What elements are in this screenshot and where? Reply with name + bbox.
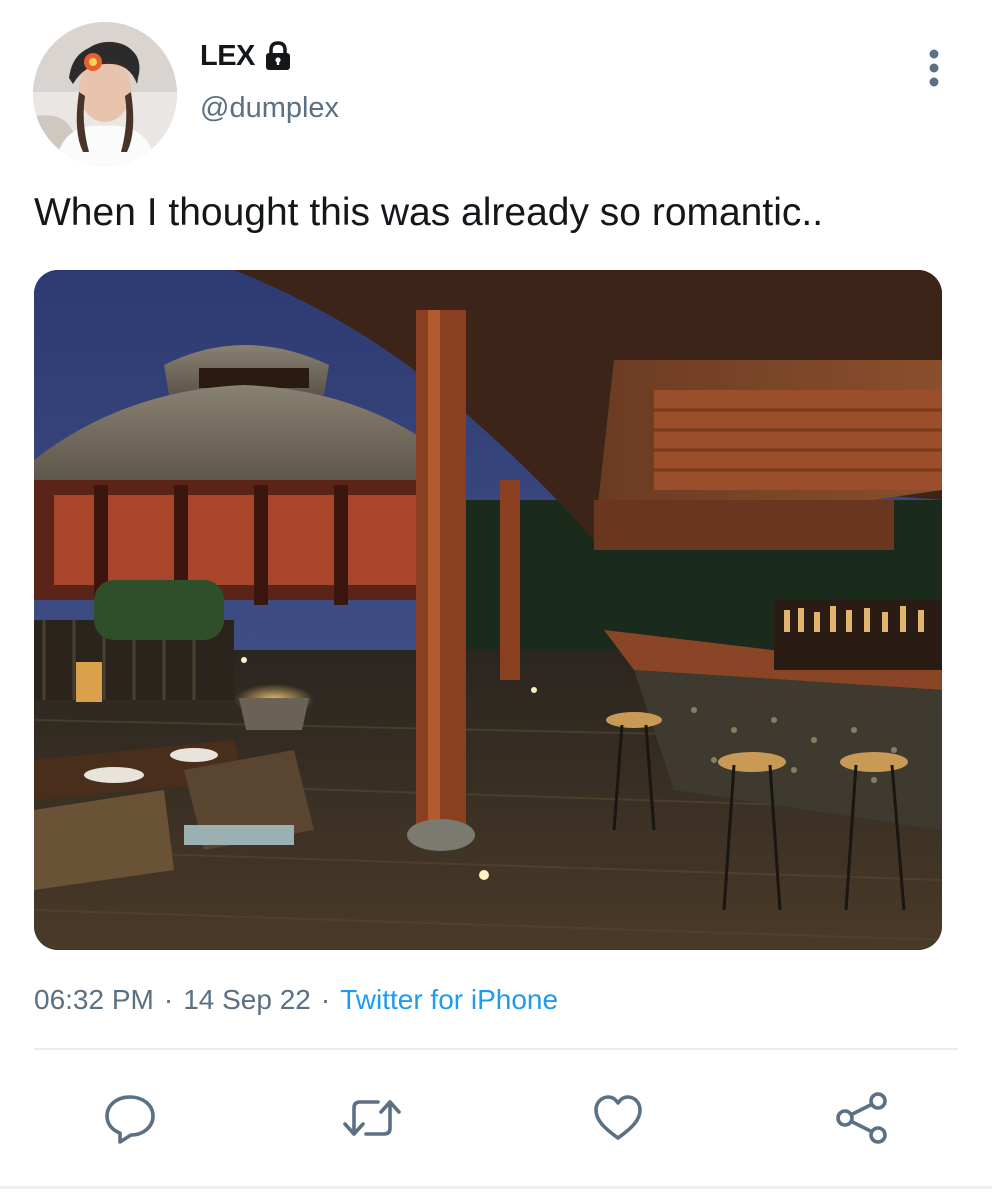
reply-button[interactable] <box>98 1086 162 1150</box>
author-handle[interactable]: @dumplex <box>200 92 339 125</box>
avatar-image <box>33 22 177 166</box>
tweet-source-link[interactable]: Twitter for iPhone <box>340 984 558 1016</box>
reply-icon <box>105 1095 155 1144</box>
tweet-media[interactable] <box>34 270 942 950</box>
meta-separator: · <box>320 984 331 1015</box>
display-name[interactable]: LEX <box>200 40 255 73</box>
bottom-divider <box>0 1186 992 1189</box>
avatar[interactable] <box>33 22 177 166</box>
author-name-row: LEX <box>200 36 295 76</box>
more-options-button[interactable] <box>912 46 956 90</box>
like-button[interactable] <box>586 1086 650 1150</box>
like-icon <box>594 1095 642 1140</box>
lock-icon <box>261 39 295 73</box>
retweet-icon <box>343 1100 401 1136</box>
media-image <box>34 270 942 950</box>
action-bar <box>0 1080 992 1160</box>
share-button[interactable] <box>830 1086 894 1150</box>
tweet-text: When I thought this was already so roman… <box>34 191 824 234</box>
divider <box>34 1048 958 1050</box>
tweet-date[interactable]: 14 Sep 22 <box>183 984 311 1016</box>
tweet-time[interactable]: 06:32 PM <box>34 984 154 1016</box>
share-icon <box>836 1092 887 1144</box>
tweet-meta: 06:32 PM · 14 Sep 22 · Twitter for iPhon… <box>34 978 558 1022</box>
more-vertical-icon <box>929 49 939 87</box>
retweet-button[interactable] <box>340 1086 404 1150</box>
meta-separator: · <box>163 984 174 1015</box>
